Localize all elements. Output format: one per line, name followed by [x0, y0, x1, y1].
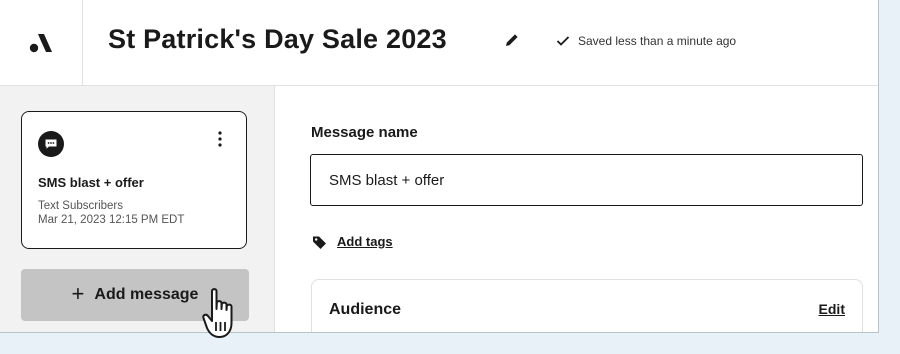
message-card-title: SMS blast + offer: [38, 175, 144, 190]
pencil-icon[interactable]: [503, 31, 521, 49]
message-card-details: Text Subscribers Mar 21, 2023 12:15 PM E…: [38, 199, 184, 227]
add-tags-label: Add tags: [337, 234, 393, 249]
checkmark-icon: [556, 36, 570, 46]
message-name-label: Message name: [311, 124, 418, 141]
add-message-label: Add message: [94, 286, 199, 303]
kebab-menu-icon[interactable]: [218, 131, 222, 147]
message-card-audience: Text Subscribers: [38, 200, 124, 212]
saved-status: Saved less than a minute ago: [556, 34, 736, 48]
saved-status-text: Saved less than a minute ago: [578, 34, 737, 48]
audience-section: Audience Edit: [311, 279, 863, 332]
message-editor: Message name Add tags Audience Edit: [275, 86, 878, 332]
tag-icon: [313, 236, 326, 249]
page-title: St Patrick's Day Sale 2023: [108, 24, 447, 54]
message-name-input[interactable]: [310, 154, 863, 206]
audience-edit-link[interactable]: Edit: [819, 301, 845, 317]
app-window: St Patrick's Day Sale 2023 Saved less th…: [0, 0, 879, 333]
message-card-schedule: Mar 21, 2023 12:15 PM EDT: [38, 214, 185, 226]
logo[interactable]: [0, 0, 83, 85]
add-tags-link[interactable]: Add tags: [312, 234, 393, 249]
header: St Patrick's Day Sale 2023 Saved less th…: [0, 0, 878, 86]
sms-chat-icon: [38, 131, 64, 157]
audience-title: Audience: [329, 301, 402, 318]
plus-icon: +: [71, 281, 85, 306]
message-card[interactable]: SMS blast + offer Text Subscribers Mar 2…: [21, 111, 247, 249]
attentive-logo-icon: [29, 33, 52, 52]
hand-pointer-cursor-icon: [202, 288, 233, 338]
